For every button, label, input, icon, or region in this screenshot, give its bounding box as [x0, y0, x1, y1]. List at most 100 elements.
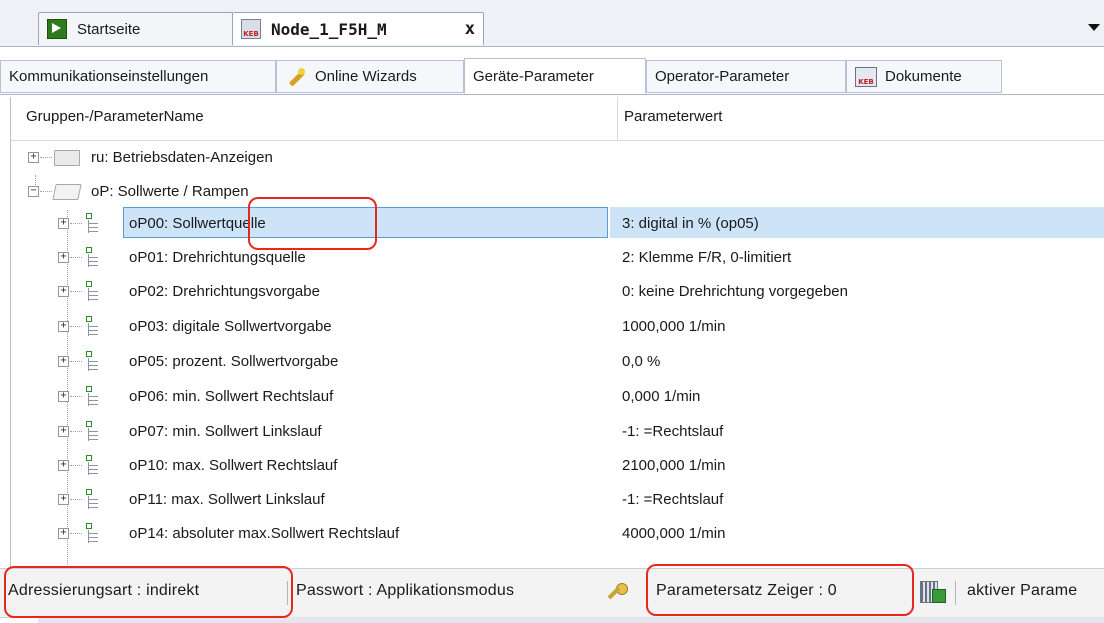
tab-operator-parameter-label: Operator-Parameter: [655, 68, 790, 85]
param-name: oP11: max. Sollwert Linkslauf: [129, 491, 325, 508]
document-icon: KEB: [855, 66, 877, 87]
parameter-icon: [86, 213, 98, 235]
tree-row-group[interactable]: + ru: Betriebsdaten-Anzeigen: [10, 142, 1104, 175]
param-name: oP07: min. Sollwert Linkslauf: [129, 423, 322, 440]
tab-geraete-parameter[interactable]: Geräte-Parameter: [464, 58, 646, 94]
tree-row-param[interactable]: + oP02: Drehrichtungsvorgabe 0: keine Dr…: [10, 276, 1104, 309]
expand-icon[interactable]: +: [58, 356, 69, 367]
expand-icon[interactable]: +: [28, 152, 39, 163]
tab-dokumente[interactable]: KEB Dokumente: [846, 60, 1002, 93]
tree-line: [70, 465, 82, 466]
expand-icon[interactable]: +: [58, 460, 69, 471]
param-name: oP02: Drehrichtungsvorgabe: [129, 283, 320, 300]
param-value[interactable]: 0,000 1/min: [622, 388, 700, 405]
tree-row-group[interactable]: − oP: Sollwerte / Rampen: [10, 176, 1104, 209]
parameter-icon: [86, 455, 98, 477]
tree-line: [40, 191, 52, 192]
param-name: oP06: min. Sollwert Rechtslauf: [129, 388, 334, 405]
param-value[interactable]: 0: keine Drehrichtung vorgegeben: [622, 283, 848, 300]
annotation-highlight-sollwertquelle: [248, 197, 377, 250]
tab-online-wizards[interactable]: Online Wizards: [276, 60, 464, 93]
tab-operator-parameter[interactable]: Operator-Parameter: [646, 60, 846, 93]
param-name: oP05: prozent. Sollwertvorgabe: [129, 353, 339, 370]
param-value[interactable]: 0,0 %: [622, 353, 660, 370]
parameter-icon: [86, 316, 98, 338]
document-tab-bar: Startseite KEB Node_1_F5H_M x: [0, 0, 1104, 47]
param-name: oP10: max. Sollwert Rechtslauf: [129, 457, 338, 474]
tree-line: [70, 223, 82, 224]
tree-row-param[interactable]: + oP01: Drehrichtungsquelle 2: Klemme F/…: [10, 242, 1104, 275]
param-value[interactable]: -1: =Rechtslauf: [622, 491, 723, 508]
param-value[interactable]: 1000,000 1/min: [622, 318, 725, 335]
parameter-icon: [86, 386, 98, 408]
column-header-name[interactable]: Gruppen-/ParameterName: [26, 108, 204, 125]
column-header-value[interactable]: Parameterwert: [624, 108, 722, 125]
sub-tab-bar: Kommunikationseinstellungen Online Wizar…: [0, 58, 1104, 95]
param-name: oP01: Drehrichtungsquelle: [129, 249, 306, 266]
tab-kommunikationseinstellungen-label: Kommunikationseinstellungen: [9, 68, 209, 85]
tab-startseite-label: Startseite: [77, 20, 141, 38]
tree-line: [70, 257, 82, 258]
param-name: oP00: Sollwertquelle: [129, 215, 266, 232]
close-icon[interactable]: x: [465, 19, 475, 39]
tab-geraete-parameter-label: Geräte-Parameter: [473, 67, 594, 85]
status-password-mode[interactable]: Passwort : Applikationsmodus: [296, 582, 514, 600]
annotation-highlight-param-set: [646, 564, 914, 616]
param-value[interactable]: 3: digital in % (op05): [622, 215, 759, 232]
folder-icon: [54, 150, 80, 166]
param-name: oP03: digitale Sollwertvorgabe: [129, 318, 332, 335]
expand-icon[interactable]: +: [58, 321, 69, 332]
tab-kommunikationseinstellungen[interactable]: Kommunikationseinstellungen: [0, 60, 276, 93]
tab-startseite[interactable]: Startseite: [38, 12, 233, 45]
parameter-icon: [86, 247, 98, 269]
expand-icon[interactable]: +: [58, 528, 69, 539]
key-icon[interactable]: [604, 581, 628, 605]
parameter-set-icon[interactable]: [920, 579, 946, 605]
tree-line: [70, 533, 82, 534]
group-name: oP: Sollwerte / Rampen: [91, 183, 249, 200]
tab-node[interactable]: KEB Node_1_F5H_M x: [232, 12, 484, 45]
tree-line: [70, 396, 82, 397]
expand-icon[interactable]: +: [58, 286, 69, 297]
tree-row-param[interactable]: + oP06: min. Sollwert Rechtslauf 0,000 1…: [10, 381, 1104, 414]
expand-icon[interactable]: +: [58, 494, 69, 505]
param-name: oP14: absoluter max.Sollwert Rechtslauf: [129, 525, 400, 542]
tree-row-param[interactable]: + oP03: digitale Sollwertvorgabe 1000,00…: [10, 311, 1104, 344]
tree-line: [70, 326, 82, 327]
collapse-icon[interactable]: −: [28, 186, 39, 197]
parameter-icon: [86, 523, 98, 545]
parameter-icon: [86, 281, 98, 303]
param-value[interactable]: 2: Klemme F/R, 0-limitiert: [622, 249, 791, 266]
tab-online-wizards-label: Online Wizards: [315, 68, 417, 85]
tab-list-dropdown-icon[interactable]: [1088, 24, 1100, 31]
tree-line: [70, 361, 82, 362]
tree-line: [40, 157, 52, 158]
group-name: ru: Betriebsdaten-Anzeigen: [91, 149, 273, 166]
tab-node-label: Node_1_F5H_M: [271, 19, 387, 39]
tab-dokumente-label: Dokumente: [885, 68, 962, 85]
folder-open-icon: [52, 184, 82, 200]
tree-line: [70, 499, 82, 500]
tree-row-param[interactable]: + oP05: prozent. Sollwertvorgabe 0,0 %: [10, 346, 1104, 379]
status-active-parameter[interactable]: aktiver Parame: [967, 582, 1077, 600]
expand-icon[interactable]: +: [58, 218, 69, 229]
tree-line: [70, 431, 82, 432]
tree-row-param[interactable]: + oP14: absoluter max.Sollwert Rechtslau…: [10, 518, 1104, 551]
expand-icon[interactable]: +: [58, 252, 69, 263]
parameter-icon: [86, 421, 98, 443]
param-value[interactable]: 4000,000 1/min: [622, 525, 725, 542]
tree-row-param[interactable]: + oP00: Sollwertquelle 3: digital in % (…: [10, 208, 1104, 241]
param-value[interactable]: -1: =Rechtslauf: [622, 423, 723, 440]
tree-row-param[interactable]: + oP07: min. Sollwert Linkslauf -1: =Rec…: [10, 416, 1104, 449]
expand-icon[interactable]: +: [58, 391, 69, 402]
green-arrow-icon: [47, 19, 67, 39]
parameter-icon: [86, 489, 98, 511]
keb-device-icon: KEB: [241, 19, 261, 39]
grid-header: Gruppen-/ParameterName Parameterwert: [10, 97, 1104, 141]
tree-row-param[interactable]: + oP11: max. Sollwert Linkslauf -1: =Rec…: [10, 484, 1104, 517]
annotation-highlight-addressing: [4, 566, 293, 618]
tree-row-param[interactable]: + oP10: max. Sollwert Rechtslauf 2100,00…: [10, 450, 1104, 483]
column-separator[interactable]: [617, 97, 618, 140]
expand-icon[interactable]: +: [58, 426, 69, 437]
param-value[interactable]: 2100,000 1/min: [622, 457, 725, 474]
